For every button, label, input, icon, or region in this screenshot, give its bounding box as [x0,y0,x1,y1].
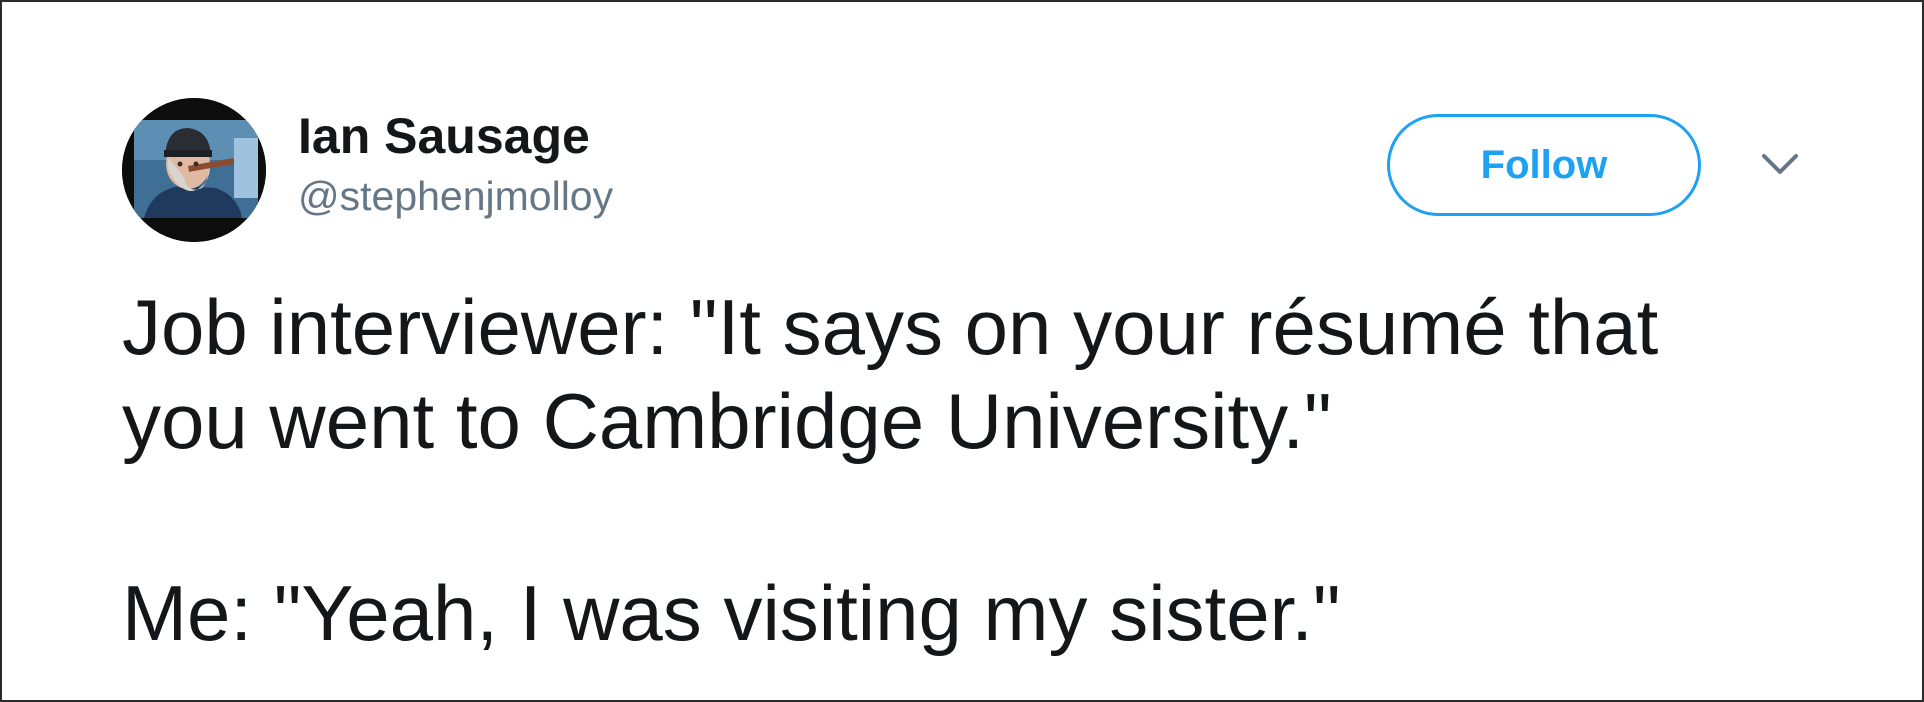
tweet-text-line: Me: "Yeah, I was visiting my sister." [122,569,1341,657]
tweet-text: Job interviewer: "It says on your résumé… [122,280,1822,660]
tweet-menu-button[interactable] [1758,148,1802,180]
author-handle[interactable]: @stephenjmolloy [298,168,613,224]
tweet-header: Ian Sausage @stephenjmolloy Follow [122,98,1812,248]
tweet-card-frame: Ian Sausage @stephenjmolloy Follow Job i… [0,0,1924,702]
author-names: Ian Sausage @stephenjmolloy [298,108,613,224]
avatar[interactable] [122,98,266,242]
tweet: Ian Sausage @stephenjmolloy Follow Job i… [122,98,1812,657]
tweet-text-line: Job interviewer: "It says on your résumé… [122,283,1659,371]
tweet-text-line: you went to Cambridge University." [122,377,1332,465]
profile-photo-icon [122,98,266,242]
author-display-name[interactable]: Ian Sausage [298,108,613,164]
follow-button[interactable]: Follow [1387,114,1701,216]
chevron-down-icon [1762,154,1798,174]
